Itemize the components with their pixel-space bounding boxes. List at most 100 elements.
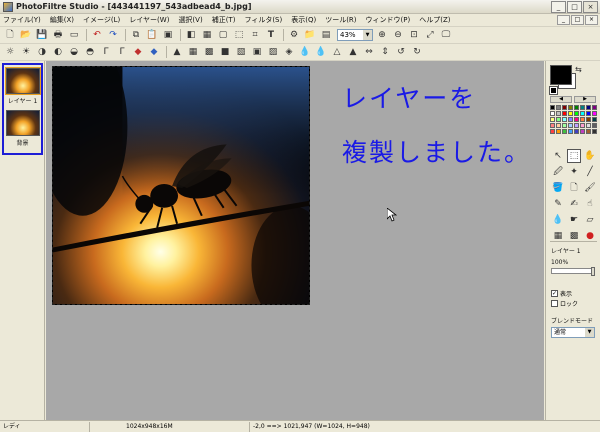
filter-emboss-icon[interactable]: ◈ bbox=[282, 46, 296, 59]
palette-swatch[interactable] bbox=[580, 129, 585, 134]
doc-minimize-button[interactable]: _ bbox=[557, 15, 570, 25]
menu-window[interactable]: ウィンドウ(P) bbox=[363, 15, 417, 25]
brightness-up-icon[interactable]: ☼ bbox=[3, 46, 17, 59]
layer-thumbnail-background[interactable] bbox=[6, 110, 40, 136]
menu-layer[interactable]: レイヤー(W) bbox=[126, 15, 175, 25]
palette-swatch[interactable] bbox=[568, 123, 573, 128]
folder-browse-icon[interactable]: 📁 bbox=[303, 29, 317, 42]
spray-icon[interactable]: 🗋 bbox=[567, 181, 581, 195]
scanner-icon[interactable]: ▭ bbox=[67, 29, 81, 42]
palette-swatch[interactable] bbox=[580, 117, 585, 122]
palette-swatch[interactable] bbox=[556, 105, 561, 110]
palette-swatch[interactable] bbox=[592, 129, 597, 134]
sharpen-drop-icon[interactable]: 💧 bbox=[314, 46, 328, 59]
layer-thumbnail-1[interactable] bbox=[5, 67, 41, 95]
text-icon[interactable]: T bbox=[264, 29, 278, 42]
menu-edit[interactable]: 編集(X) bbox=[47, 15, 80, 25]
fill-bucket-icon[interactable]: 🪣 bbox=[551, 181, 565, 195]
palette-swatch[interactable] bbox=[550, 129, 555, 134]
palette-swatch[interactable] bbox=[556, 111, 561, 116]
swap-colors-icon[interactable]: ⇆ bbox=[575, 65, 582, 74]
palette-swatch[interactable] bbox=[562, 123, 567, 128]
palette-swatch[interactable] bbox=[580, 123, 585, 128]
fullscreen-icon[interactable]: 🖵 bbox=[439, 29, 453, 42]
palette-swatch[interactable] bbox=[556, 117, 561, 122]
palette-swatch[interactable] bbox=[592, 117, 597, 122]
saturation-up-icon[interactable]: ◒ bbox=[67, 46, 81, 59]
rotate-left-icon[interactable]: ↺ bbox=[394, 46, 408, 59]
finger-icon[interactable]: ☛ bbox=[567, 213, 581, 227]
palette-swatch[interactable] bbox=[586, 111, 591, 116]
palette-swatch[interactable] bbox=[592, 105, 597, 110]
lock-layer-row[interactable]: ロック bbox=[551, 299, 578, 308]
new-file-icon[interactable]: 🗋 bbox=[3, 29, 17, 42]
reset-colors-icon[interactable] bbox=[549, 86, 558, 95]
palette-swatch[interactable] bbox=[574, 123, 579, 128]
opacity-slider[interactable] bbox=[551, 267, 595, 276]
show-layer-row[interactable]: ✓ 表示 bbox=[551, 289, 572, 298]
soften-icon[interactable]: △ bbox=[330, 46, 344, 59]
palette-swatch[interactable] bbox=[568, 105, 573, 110]
open-folder-icon[interactable]: 📂 bbox=[19, 29, 33, 42]
menu-tools[interactable]: ツール(R) bbox=[322, 15, 362, 25]
menu-filter[interactable]: フィルタ(S) bbox=[241, 15, 288, 25]
filter-frame-icon[interactable]: ▣ bbox=[250, 46, 264, 59]
zoom-out-icon[interactable]: ⊖ bbox=[391, 29, 405, 42]
show-layer-checkbox[interactable]: ✓ bbox=[551, 290, 558, 297]
menu-image[interactable]: イメージ(L) bbox=[80, 15, 126, 25]
selection-rect-icon[interactable]: ⬚ bbox=[567, 149, 581, 163]
palette-swatch[interactable] bbox=[574, 105, 579, 110]
crop-icon[interactable]: ⌗ bbox=[248, 29, 262, 42]
palette-swatch[interactable] bbox=[574, 129, 579, 134]
maximize-button[interactable]: □ bbox=[567, 1, 582, 13]
automate-icon[interactable]: ⚙ bbox=[287, 29, 301, 42]
grayscale-icon[interactable]: ◧ bbox=[184, 29, 198, 42]
foreground-color-swatch[interactable] bbox=[550, 65, 572, 85]
close-button[interactable]: × bbox=[583, 1, 598, 13]
eyedropper-icon[interactable]: 🖉 bbox=[551, 165, 565, 179]
palette-swatch[interactable] bbox=[574, 117, 579, 122]
sharpen-icon[interactable]: ▲ bbox=[346, 46, 360, 59]
resize-icon[interactable]: ⬚ bbox=[232, 29, 246, 42]
doc-restore-button[interactable]: □ bbox=[571, 15, 584, 25]
chevron-down-icon[interactable]: ▼ bbox=[585, 328, 594, 337]
levels-icon[interactable]: ▲ bbox=[170, 46, 184, 59]
palette-swatch[interactable] bbox=[550, 117, 555, 122]
saturation-down-icon[interactable]: ◓ bbox=[83, 46, 97, 59]
magic-wand-icon[interactable]: ✦ bbox=[567, 165, 581, 179]
paste-new-icon[interactable]: ▣ bbox=[161, 29, 175, 42]
palette-swatch[interactable] bbox=[562, 129, 567, 134]
palette-swatch[interactable] bbox=[574, 111, 579, 116]
pencil-icon[interactable]: ✎ bbox=[551, 197, 565, 211]
blur-drop-icon[interactable]: 💧 bbox=[298, 46, 312, 59]
filter-tile-icon[interactable]: ▨ bbox=[266, 46, 280, 59]
palette-swatch[interactable] bbox=[550, 105, 555, 110]
gamma-down-icon[interactable]: Γ bbox=[115, 46, 129, 59]
palette-swatch[interactable] bbox=[592, 123, 597, 128]
redo-icon[interactable]: ↷ bbox=[106, 29, 120, 42]
filter-grid-icon[interactable]: ▦ bbox=[186, 46, 200, 59]
palette-swatch[interactable] bbox=[586, 105, 591, 110]
chevron-down-icon[interactable]: ▼ bbox=[363, 30, 372, 40]
palette-swatch[interactable] bbox=[562, 111, 567, 116]
blur-drop-icon[interactable]: 💧 bbox=[551, 213, 565, 227]
print-icon[interactable]: 🖶 bbox=[51, 29, 65, 42]
palette-swatch[interactable] bbox=[568, 129, 573, 134]
image-explorer-icon[interactable]: ▤ bbox=[319, 29, 333, 42]
color-balance-icon[interactable]: ◆ bbox=[147, 46, 161, 59]
mirror-vertical-icon[interactable]: ⇕ bbox=[378, 46, 392, 59]
color-palette-icon[interactable]: ▦ bbox=[200, 29, 214, 42]
hand-icon[interactable]: ✋ bbox=[583, 149, 597, 163]
palette-swatch[interactable] bbox=[586, 129, 591, 134]
zoom-in-icon[interactable]: ⊕ bbox=[375, 29, 389, 42]
palette-swatch[interactable] bbox=[568, 111, 573, 116]
selection-arrow-icon[interactable]: ↖ bbox=[551, 149, 565, 163]
palette-swatch[interactable] bbox=[586, 117, 591, 122]
menu-file[interactable]: ファイル(Y) bbox=[0, 15, 47, 25]
contrast-down-icon[interactable]: ◐ bbox=[51, 46, 65, 59]
paste-icon[interactable]: 📋 bbox=[145, 29, 159, 42]
zoom-select[interactable]: 43% ▼ bbox=[337, 29, 373, 41]
opacity-slider-thumb[interactable] bbox=[591, 267, 595, 276]
menu-adjust[interactable]: 補正(T) bbox=[209, 15, 242, 25]
undo-icon[interactable]: ↶ bbox=[90, 29, 104, 42]
